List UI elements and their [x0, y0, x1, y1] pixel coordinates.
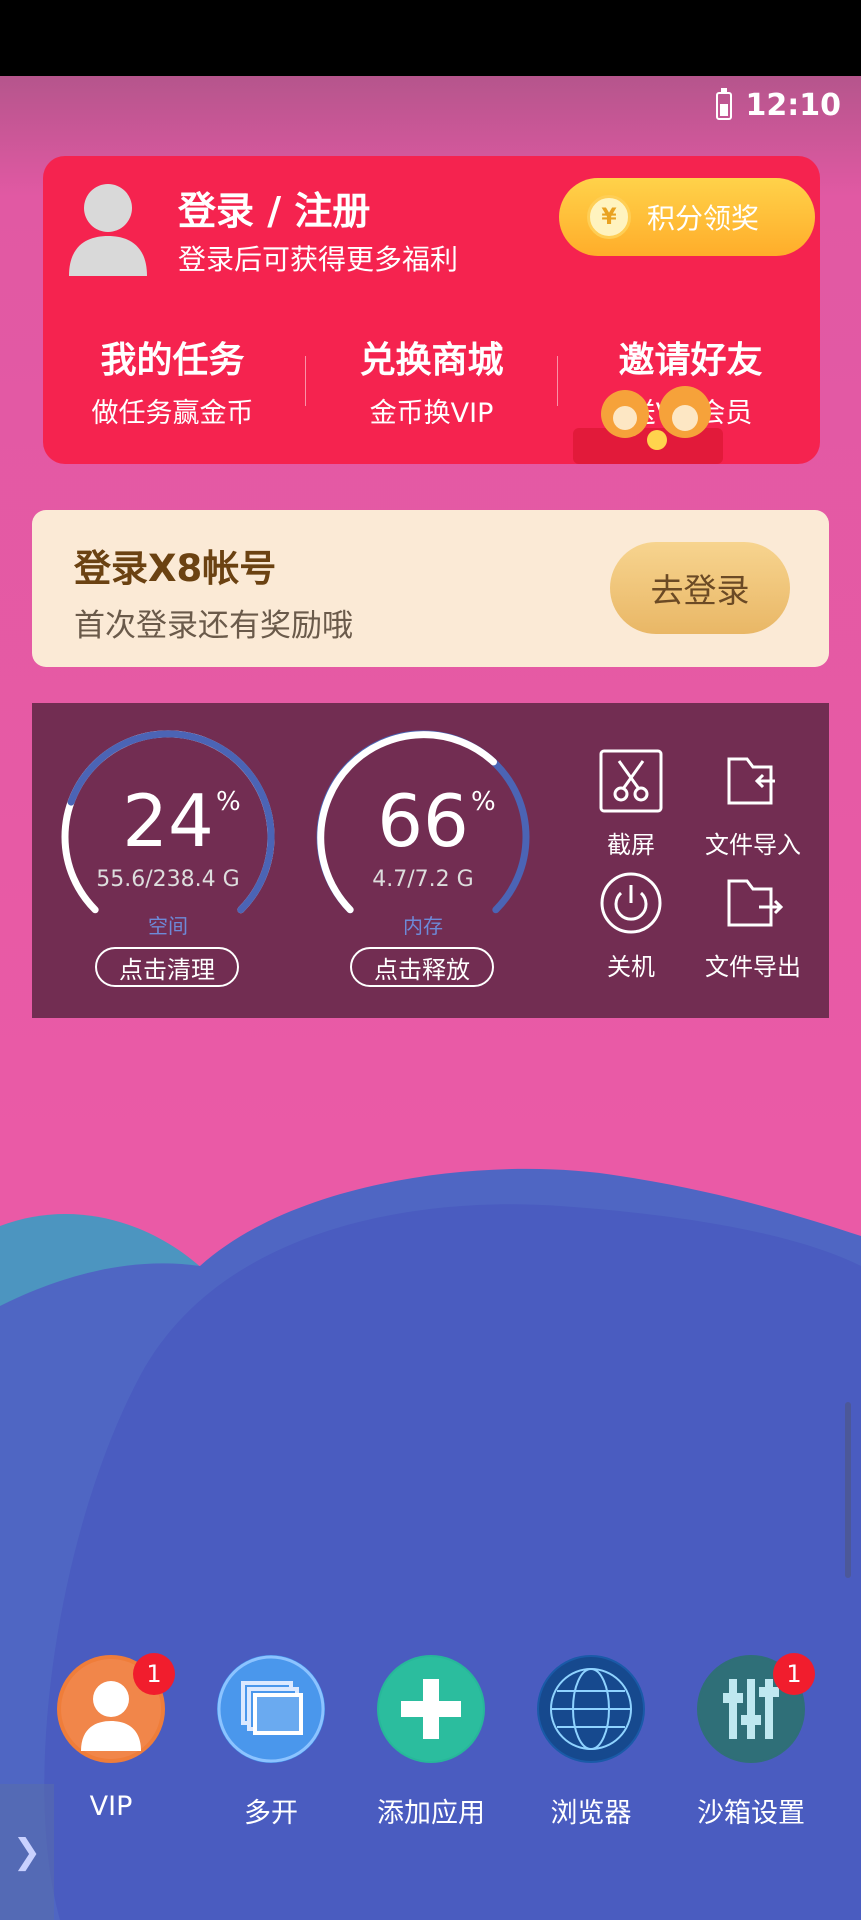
- memory-label: 内存: [403, 914, 443, 938]
- x8-login-title: 登录X8帐号: [74, 547, 277, 590]
- power-icon: [600, 872, 662, 934]
- divider: [305, 356, 306, 406]
- top-black-bar: [0, 0, 861, 76]
- my-tasks-item[interactable]: 我的任务 做任务赢金币: [43, 331, 302, 430]
- side-drawer-handle[interactable]: ❯: [0, 1784, 54, 1920]
- default-avatar-icon[interactable]: [67, 178, 149, 276]
- dock-app-sandbox-settings[interactable]: 1 沙箱设置: [671, 1653, 831, 1830]
- dock-app-label: 沙箱设置: [697, 1798, 805, 1829]
- points-reward-button[interactable]: ¥ 积分领奖: [559, 178, 815, 256]
- login-register-link[interactable]: 登录 / 注册: [178, 180, 370, 235]
- dock-app-label: 多开: [244, 1798, 298, 1829]
- x8-login-subtitle: 首次登录还有奖励哦: [74, 608, 353, 644]
- globe-icon: [537, 1655, 645, 1763]
- dock-app-vip[interactable]: 1 VIP: [31, 1653, 191, 1822]
- vip-avatar-icon: 1: [57, 1653, 175, 1763]
- dock-app-label: 添加应用: [377, 1798, 485, 1829]
- folder-import-icon: [727, 757, 775, 805]
- shutdown-tool[interactable]: 关机: [566, 871, 696, 982]
- menu-subtitle: 金币换VIP: [369, 398, 494, 429]
- tool-label: 截屏: [607, 831, 655, 859]
- tool-label: 文件导入: [705, 831, 801, 859]
- scroll-indicator[interactable]: [845, 1402, 851, 1578]
- status-bar: 12:10: [715, 87, 842, 123]
- x8-login-card: 登录X8帐号 首次登录还有奖励哦 去登录: [32, 510, 829, 667]
- notification-badge: 1: [773, 1653, 815, 1695]
- login-hint: 登录后可获得更多福利: [178, 243, 459, 276]
- storage-percent: 24: [122, 779, 214, 863]
- coin-icon: ¥: [587, 195, 631, 239]
- dock-app-browser[interactable]: 浏览器: [511, 1655, 671, 1830]
- dock-app-add[interactable]: 添加应用: [351, 1655, 511, 1830]
- screenshot-tool[interactable]: 截屏: [566, 749, 696, 860]
- tool-label: 关机: [607, 953, 655, 981]
- storage-size: 55.6/238.4 G: [96, 867, 240, 892]
- sliders-icon: 1: [697, 1653, 815, 1763]
- menu-title: 我的任务: [100, 340, 245, 381]
- storage-percent-unit: %: [216, 787, 241, 817]
- memory-percent-unit: %: [471, 787, 496, 817]
- storage-label: 空间: [148, 914, 188, 938]
- battery-icon: [715, 87, 732, 120]
- memory-size: 4.7/7.2 G: [372, 867, 474, 892]
- folder-export-icon: [727, 879, 784, 927]
- notification-badge: 1: [133, 1653, 175, 1695]
- menu-title: 兑换商城: [359, 340, 504, 381]
- file-import-tool[interactable]: 文件导入: [688, 749, 818, 860]
- add-app-icon: [377, 1655, 485, 1763]
- exchange-mall-item[interactable]: 兑换商城 金币换VIP: [302, 331, 561, 430]
- multi-window-icon: [217, 1655, 325, 1763]
- clock: 12:10: [745, 88, 842, 123]
- scissors-icon: [599, 749, 663, 813]
- points-reward-label: 积分领奖: [647, 202, 760, 235]
- memory-percent: 66: [377, 779, 469, 863]
- clean-button[interactable]: 点击清理: [95, 947, 239, 987]
- dock-app-label: 浏览器: [550, 1798, 632, 1829]
- storage-gauge: 24 % 55.6/238.4 G 空间: [58, 727, 278, 947]
- go-login-button[interactable]: 去登录: [610, 542, 790, 634]
- menu-subtitle: 做任务赢金币: [91, 398, 254, 429]
- menu-title: 邀请好友: [618, 340, 763, 381]
- divider: [557, 356, 558, 406]
- tiger-mascot-icon: [573, 386, 723, 464]
- dock-app-label: VIP: [89, 1791, 133, 1822]
- account-card: 登录 / 注册 登录后可获得更多福利 ¥ 积分领奖 我的任务 做任务赢金币 兑换…: [43, 156, 820, 464]
- release-button[interactable]: 点击释放: [350, 947, 494, 987]
- dock-app-multi-open[interactable]: 多开: [191, 1655, 351, 1830]
- memory-gauge: 66 % 4.7/7.2 G 内存: [313, 727, 533, 947]
- tool-label: 文件导出: [705, 953, 801, 981]
- file-export-tool[interactable]: 文件导出: [688, 871, 818, 982]
- tools-panel: 24 % 55.6/238.4 G 空间 点击清理 66 % 4.7/7.2 G…: [32, 703, 829, 1018]
